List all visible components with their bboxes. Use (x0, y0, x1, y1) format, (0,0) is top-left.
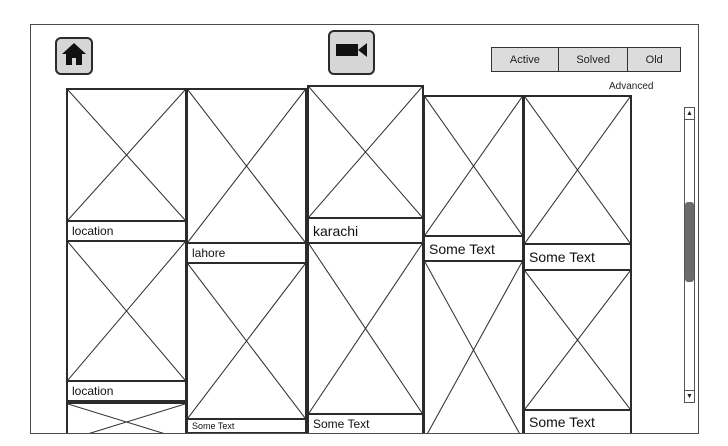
image-placeholder-icon (425, 97, 522, 235)
image-caption: location (66, 220, 187, 242)
video-camera-icon (335, 42, 368, 63)
image-tile[interactable] (307, 242, 424, 415)
image-tile[interactable] (66, 402, 187, 434)
app-frame: Active Solved Old Advanced location loca… (30, 24, 699, 434)
filter-tab-bar: Active Solved Old (491, 47, 681, 72)
image-caption: Some Text (523, 243, 632, 271)
image-tile[interactable] (307, 85, 424, 219)
scroll-up-arrow-icon[interactable]: ▲ (685, 108, 694, 120)
image-tile[interactable] (186, 88, 307, 244)
image-tile[interactable] (523, 95, 632, 245)
image-caption: Some Text (307, 413, 424, 433)
image-tile[interactable] (66, 88, 187, 222)
image-caption: lahore (186, 242, 307, 264)
scrollbar-thumb[interactable] (685, 202, 694, 282)
image-placeholder-icon (188, 264, 305, 418)
image-tile[interactable] (186, 262, 307, 420)
image-placeholder-icon (68, 90, 185, 220)
tab-active[interactable]: Active (492, 48, 559, 71)
image-placeholder-icon (188, 90, 305, 242)
image-tile[interactable] (423, 95, 524, 237)
image-placeholder-icon (525, 97, 630, 243)
image-caption: location (66, 380, 187, 402)
image-tile[interactable] (523, 269, 632, 411)
image-caption: Some Text (523, 409, 632, 433)
scroll-down-arrow-icon[interactable]: ▼ (685, 390, 694, 402)
image-placeholder-icon (425, 262, 522, 434)
image-caption: Some Text (423, 235, 524, 262)
home-icon (61, 42, 87, 71)
tab-old[interactable]: Old (628, 48, 680, 71)
image-placeholder-icon (525, 271, 630, 409)
image-caption: karachi (307, 217, 424, 244)
vertical-scrollbar[interactable]: ▲ ▼ (684, 107, 695, 403)
image-placeholder-icon (68, 242, 185, 380)
advanced-search-link[interactable]: Advanced (609, 81, 653, 92)
image-placeholder-icon (309, 87, 422, 217)
image-tile[interactable] (423, 260, 524, 434)
home-button[interactable] (55, 37, 93, 75)
tab-solved[interactable]: Solved (559, 48, 629, 71)
image-placeholder-icon (68, 404, 185, 434)
image-placeholder-icon (309, 244, 422, 413)
image-tile[interactable] (66, 240, 187, 382)
image-caption: Some Text (186, 418, 307, 433)
video-button[interactable] (328, 30, 375, 75)
